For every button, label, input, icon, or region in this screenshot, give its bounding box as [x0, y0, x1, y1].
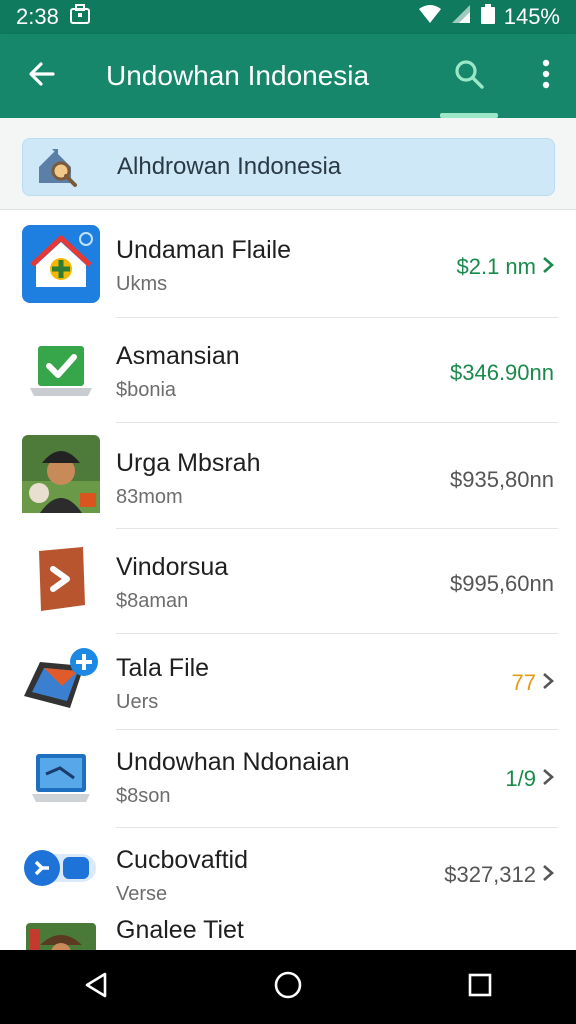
item-name: Undowhan Ndonaian: [116, 748, 350, 776]
item-name: Vindorsua: [116, 553, 229, 581]
item-price: $327,312: [444, 862, 554, 888]
tablet-plus-icon: [22, 642, 100, 720]
wifi-icon: [418, 4, 442, 30]
chevron-right-icon: [542, 254, 554, 280]
item-name: Gnalee Tiet: [116, 916, 244, 944]
item-price-value: $935,80nn: [450, 467, 554, 492]
nav-recents-icon: [467, 972, 493, 1003]
item-price-value: $346.90nn: [450, 360, 554, 385]
signal-icon: [450, 4, 472, 30]
item-price: $995,60nn: [450, 571, 554, 597]
item-name: Asmansian: [116, 342, 240, 370]
battery-icon: [480, 3, 496, 31]
list-item[interactable]: Tala File Uers 77: [0, 634, 576, 730]
more-options-button[interactable]: [516, 34, 576, 118]
search-icon: [453, 58, 485, 95]
navigation-bar: [0, 950, 576, 1024]
chevron-right-icon: [542, 766, 554, 792]
chevron-right-icon: [542, 670, 554, 696]
orange-document-icon: [22, 541, 100, 619]
more-vert-icon: [541, 59, 551, 94]
nav-recents-button[interactable]: [440, 950, 520, 1024]
item-price: $935,80nn: [450, 467, 554, 493]
item-price: 1/9: [505, 766, 554, 792]
item-name: Undaman Flaile: [116, 236, 292, 264]
search-button[interactable]: [438, 34, 500, 118]
item-subtitle: Verse: [116, 883, 168, 905]
item-subtitle: $8aman: [116, 590, 189, 612]
item-subtitle: Uers: [116, 691, 159, 713]
item-price-value: $327,312: [444, 862, 536, 887]
item-subtitle: 83mom: [116, 486, 183, 508]
page-title: Undowhan Indonesia: [106, 60, 370, 91]
nav-back-icon: [83, 971, 109, 1004]
search-input[interactable]: Alhdrowan Indonesia: [22, 138, 555, 196]
back-button[interactable]: [0, 34, 84, 118]
app-bar: Undowhan Indonesia: [0, 34, 576, 118]
list-item[interactable]: Urga Mbsrah 83mom $935,80nn: [0, 423, 576, 529]
item-price: $346.90nn: [450, 360, 554, 386]
item-price-value: 1/9: [505, 766, 536, 791]
search-area: Alhdrowan Indonesia: [0, 118, 576, 210]
item-list: Undaman Flaile Ukms $2.1 nm Asmansian $b…: [0, 210, 576, 950]
list-item[interactable]: Gnalee Tiet: [0, 906, 576, 950]
blue-badge-icon: [22, 828, 100, 906]
portrait-photo-icon: [22, 435, 100, 513]
monitor-icon: [22, 740, 100, 818]
nav-back-button[interactable]: [56, 950, 136, 1024]
status-bar: 2:38 145%: [0, 0, 576, 34]
list-item[interactable]: Undaman Flaile Ukms $2.1 nm: [0, 210, 576, 318]
status-time: 2:38: [16, 4, 59, 29]
item-price-value: $2.1 nm: [456, 254, 537, 279]
item-price-value: $995,60nn: [450, 571, 554, 596]
back-arrow-icon: [27, 59, 57, 94]
list-item[interactable]: Undowhan Ndonaian $8son 1/9: [0, 730, 576, 828]
item-subtitle: $bonia: [116, 379, 177, 401]
item-name: Cucbovaftid: [116, 846, 249, 874]
item-price: 77: [512, 670, 554, 696]
item-price: $2.1 nm: [457, 254, 555, 280]
item-name: Urga Mbsrah: [116, 449, 261, 477]
home-app-icon: [22, 225, 100, 303]
item-price-value: 77: [511, 670, 536, 695]
chevron-right-icon: [542, 862, 554, 888]
search-input-value: Alhdrowan Indonesia: [117, 153, 342, 180]
item-subtitle: Ukms: [116, 273, 168, 295]
laptop-check-icon: [22, 332, 100, 410]
list-item[interactable]: Vindorsua $8aman $995,60nn: [0, 529, 576, 634]
house-search-icon: [23, 138, 93, 196]
nav-home-icon: [273, 970, 303, 1005]
nav-home-button[interactable]: [248, 950, 328, 1024]
briefcase-icon: [69, 3, 91, 31]
item-subtitle: $8son: [116, 785, 171, 807]
list-item[interactable]: Cucbovaftid Verse $327,312: [0, 828, 576, 906]
battery-level: 145%: [503, 4, 560, 29]
list-item[interactable]: Asmansian $bonia $346.90nn: [0, 318, 576, 423]
portrait-photo-icon: [22, 906, 100, 950]
item-name: Tala File: [116, 654, 210, 682]
